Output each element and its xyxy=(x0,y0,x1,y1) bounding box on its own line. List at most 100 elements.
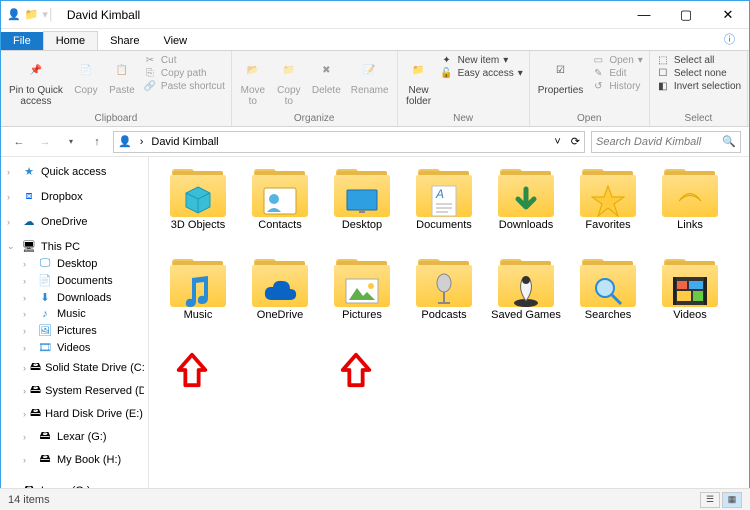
folder-label: Music xyxy=(184,307,213,322)
ribbon-tabs: File Home Share View ⓘ xyxy=(1,29,749,51)
copy-to-button[interactable]: 📁Copy to xyxy=(274,55,304,109)
maximize-button[interactable]: ▢ xyxy=(665,1,707,29)
tree-downloads[interactable]: ›⬇Downloads xyxy=(5,289,144,306)
open-button[interactable]: ▭Open▾ xyxy=(591,55,643,66)
folder-contents[interactable]: 3D Objects Contacts Desktop A Documents xyxy=(149,157,749,489)
properties-icon: ☑ xyxy=(548,57,574,83)
user-icon: 👤 xyxy=(118,135,132,148)
chevron-down-icon[interactable]: ˅ xyxy=(554,136,560,148)
folder-label: Documents xyxy=(416,217,472,232)
properties-button[interactable]: ☑Properties xyxy=(536,55,586,98)
folder-item[interactable]: Saved Games xyxy=(485,257,567,347)
copy-path-button[interactable]: ⎘Copy path xyxy=(143,68,225,79)
tree-desktop[interactable]: ›🖵Desktop xyxy=(5,255,144,272)
music-icon xyxy=(180,273,216,309)
tree-this-pc[interactable]: ⌄🖥This PC xyxy=(5,238,144,255)
new-item-button[interactable]: ✦New item▾ xyxy=(440,55,523,66)
tree-music[interactable]: ›♪Music xyxy=(5,306,144,322)
search-placeholder: Search David Kimball xyxy=(596,136,722,148)
recent-locations-button[interactable]: ▾ xyxy=(61,132,81,152)
move-to-button[interactable]: 📂Move to xyxy=(238,55,268,109)
download-icon: ⬇ xyxy=(37,291,53,304)
address-bar: ← → ▾ ↑ 👤 › David Kimball ˅ ⟳ Search Dav… xyxy=(1,127,749,157)
folder-item[interactable]: Contacts xyxy=(239,167,321,257)
folder-item[interactable]: Videos xyxy=(649,257,731,347)
search-icon: 🔍 xyxy=(722,135,736,148)
address-field[interactable]: 👤 › David Kimball ˅ ⟳ xyxy=(113,131,585,153)
refresh-button[interactable]: ⟳ xyxy=(565,135,580,148)
view-tab[interactable]: View xyxy=(151,32,199,50)
new-item-icon: ✦ xyxy=(440,55,454,66)
copy-button[interactable]: 📄Copy xyxy=(71,55,101,98)
pin-to-quick-access-button[interactable]: 📌Pin to Quick access xyxy=(7,55,65,109)
cloud-icon: ☁ xyxy=(21,215,37,228)
details-view-button[interactable]: ☰ xyxy=(700,492,720,508)
search-input[interactable]: Search David Kimball 🔍 xyxy=(591,131,741,153)
tree-quick-access[interactable]: ›★Quick access xyxy=(5,163,144,180)
new-folder-button[interactable]: 📁New folder xyxy=(404,55,434,109)
usb-icon: 🖴 xyxy=(37,427,53,446)
folder-item[interactable]: 3D Objects xyxy=(157,167,239,257)
drive-icon: 🖴 xyxy=(30,404,41,423)
folder-item[interactable]: OneDrive xyxy=(239,257,321,347)
rename-button[interactable]: 📝Rename xyxy=(349,55,391,98)
back-button[interactable]: ← xyxy=(9,132,29,152)
tree-pictures[interactable]: ›🖼Pictures xyxy=(5,322,144,339)
home-tab[interactable]: Home xyxy=(43,31,98,50)
tree-onedrive[interactable]: ›☁OneDrive xyxy=(5,213,144,230)
invert-selection-button[interactable]: ◧Invert selection xyxy=(656,81,741,92)
folder-label: Desktop xyxy=(342,217,382,232)
tree-documents[interactable]: ›📄Documents xyxy=(5,272,144,289)
tree-drive-g[interactable]: ›🖴Lexar (G:) xyxy=(5,425,144,448)
navigation-pane[interactable]: ›★Quick access ›⧈Dropbox ›☁OneDrive ⌄🖥Th… xyxy=(1,157,149,489)
dropbox-icon: ⧈ xyxy=(21,190,37,203)
tree-drive-d[interactable]: ›🖴System Reserved (D:) xyxy=(5,379,144,402)
folder-item[interactable]: Favorites xyxy=(567,167,649,257)
folder-item[interactable]: Links xyxy=(649,167,731,257)
easy-access-button[interactable]: 🔓Easy access▾ xyxy=(440,68,523,79)
history-button[interactable]: ↺History xyxy=(591,81,643,92)
folder-item[interactable]: Desktop xyxy=(321,167,403,257)
paste-shortcut-button[interactable]: 🔗Paste shortcut xyxy=(143,81,225,92)
icons-view-button[interactable]: ▦ xyxy=(722,492,742,508)
up-button[interactable]: ↑ xyxy=(87,132,107,152)
edit-icon: ✎ xyxy=(591,68,605,79)
cut-button[interactable]: ✂Cut xyxy=(143,55,225,66)
select-none-button[interactable]: ☐Select none xyxy=(656,68,741,79)
paste-button[interactable]: 📋Paste xyxy=(107,55,137,98)
rename-icon: 📝 xyxy=(357,57,383,83)
delete-button[interactable]: ✖Delete xyxy=(310,55,343,98)
folder-item[interactable]: Downloads xyxy=(485,167,567,257)
tree-drive-c[interactable]: ›🖴Solid State Drive (C:) xyxy=(5,356,144,379)
folder-item[interactable]: A Documents xyxy=(403,167,485,257)
file-tab[interactable]: File xyxy=(1,32,43,50)
folder-item[interactable]: Pictures xyxy=(321,257,403,347)
tree-drive-h[interactable]: ›🖴My Book (H:) xyxy=(5,448,144,471)
tree-dropbox[interactable]: ›⧈Dropbox xyxy=(5,188,144,205)
select-all-icon: ⬚ xyxy=(656,55,670,66)
ribbon-collapse-button[interactable]: ⓘ xyxy=(710,28,749,50)
link-icon xyxy=(672,183,708,219)
ribbon: 📌Pin to Quick access 📄Copy 📋Paste ✂Cut ⎘… xyxy=(1,51,749,127)
folder-label: Links xyxy=(677,217,703,232)
minimize-button[interactable]: — xyxy=(623,1,665,29)
user-icon: 👤 xyxy=(7,8,21,21)
share-tab[interactable]: Share xyxy=(98,32,151,50)
forward-button[interactable]: → xyxy=(35,132,55,152)
drive-icon: 🖴 xyxy=(30,358,41,377)
window-title: David Kimball xyxy=(61,8,623,22)
folder-item[interactable]: Podcasts xyxy=(403,257,485,347)
divider: ▾│ xyxy=(42,8,54,21)
select-all-button[interactable]: ⬚Select all xyxy=(656,55,741,66)
folder-item[interactable]: Music xyxy=(157,257,239,347)
edit-button[interactable]: ✎Edit xyxy=(591,68,643,79)
tree-drive-e[interactable]: ›🖴Hard Disk Drive (E:) xyxy=(5,402,144,425)
status-bar: 14 items ☰ ▦ xyxy=(0,488,750,510)
pc-icon: 🖥 xyxy=(21,240,37,253)
chevron-right-icon: › xyxy=(136,136,148,148)
drive-icon: 🖴 xyxy=(30,381,41,400)
close-button[interactable]: ✕ xyxy=(707,1,749,29)
tree-videos[interactable]: ›🎞Videos xyxy=(5,339,144,356)
folder-label: Podcasts xyxy=(421,307,466,322)
folder-item[interactable]: Searches xyxy=(567,257,649,347)
